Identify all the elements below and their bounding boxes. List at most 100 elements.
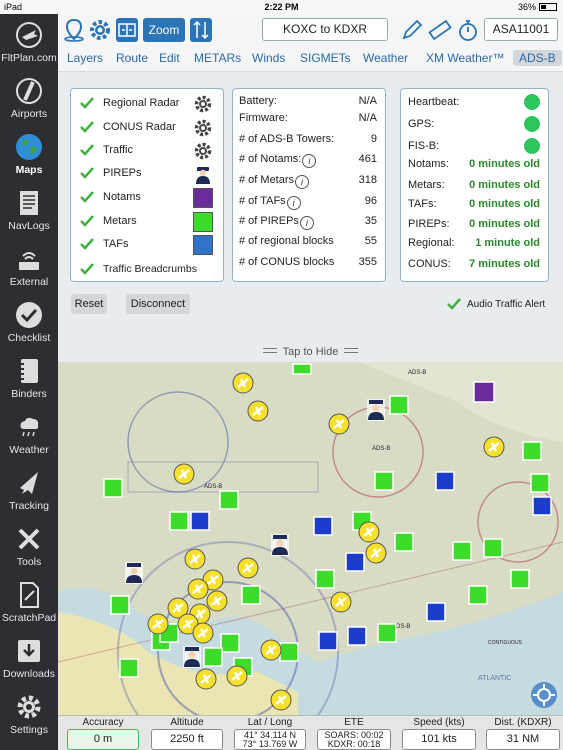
- info-notams: # of Notams: i 461: [239, 153, 377, 168]
- metar-marker: [169, 511, 189, 531]
- altitude-value: 2250 ft: [151, 729, 223, 750]
- accuracy-readout[interactable]: Accuracy 0 m: [66, 716, 140, 750]
- pencil-icon[interactable]: [400, 18, 424, 42]
- metar-marker: [103, 478, 123, 498]
- info-icon[interactable]: i: [299, 216, 314, 230]
- reset-button[interactable]: Reset: [71, 294, 107, 314]
- metar-marker: [219, 490, 239, 510]
- accuracy-label: Accuracy: [82, 717, 124, 728]
- tab-weather[interactable]: Weather: [363, 51, 408, 65]
- sidebar-item-checklist[interactable]: Checklist: [0, 294, 58, 349]
- tab-winds[interactable]: Winds: [252, 51, 285, 65]
- info-icon[interactable]: i: [286, 196, 301, 210]
- checkmark-icon: [80, 191, 94, 203]
- layer-label: TAFs: [103, 238, 129, 250]
- info-tafs: # of TAFs i 96: [239, 195, 377, 210]
- tap-to-hide-handle[interactable]: Tap to Hide: [58, 346, 563, 358]
- sidebar-item-airports[interactable]: Airports: [0, 70, 58, 125]
- tab-ads-b[interactable]: ADS-B: [513, 50, 562, 66]
- settings-gear-icon[interactable]: [88, 18, 112, 42]
- location-pin-icon[interactable]: [62, 18, 86, 42]
- tab-edit[interactable]: Edit: [159, 51, 180, 65]
- metar-marker: [394, 532, 414, 552]
- info-icon[interactable]: i: [302, 154, 317, 168]
- metars-color-swatch[interactable]: [193, 212, 213, 232]
- layer-label: Metars: [103, 215, 137, 227]
- status-heartbeat: Heartbeat:: [408, 94, 540, 114]
- altitude-label: Altitude: [170, 717, 204, 728]
- sidebar-item-tracking[interactable]: Tracking: [0, 462, 58, 517]
- taf-marker: [313, 516, 333, 536]
- zoom-button[interactable]: Zoom: [143, 18, 185, 42]
- sidebar-item-fltplan[interactable]: FltPlan.com: [0, 14, 58, 69]
- tab-layers[interactable]: Layers: [67, 51, 103, 65]
- status-gps: GPS:: [408, 116, 540, 136]
- sidebar-item-label: Binders: [11, 388, 47, 400]
- traffic-gear-icon[interactable]: [193, 141, 213, 161]
- sidebar-item-label: NavLogs: [8, 220, 50, 232]
- info-icon[interactable]: i: [295, 175, 310, 189]
- status-ok-indicator: [524, 138, 540, 154]
- sidebar-item-maps[interactable]: Maps: [0, 126, 58, 181]
- route-field[interactable]: KOXC to KDXR: [262, 18, 388, 41]
- info-battery: Battery: N/A: [239, 95, 377, 107]
- sidebar-item-navlogs[interactable]: NavLogs: [0, 182, 58, 237]
- aircraft-id-field[interactable]: ASA11001: [484, 18, 558, 41]
- layers-card: Regional Radar CONUS Radar Traffic PIREP…: [70, 88, 224, 282]
- sidebar-item-settings[interactable]: Settings: [0, 686, 58, 741]
- tab-sigmets[interactable]: SIGMETs: [300, 51, 351, 65]
- battery-percent: 36%: [517, 2, 536, 12]
- tools-icon: [18, 528, 40, 550]
- notams-color-swatch[interactable]: [193, 188, 213, 208]
- sidebar-item-weather[interactable]: Weather: [0, 406, 58, 461]
- latlong-label: Lat / Long: [247, 717, 293, 728]
- gear-icon: [17, 695, 41, 719]
- tab-route[interactable]: Route: [116, 51, 148, 65]
- metar-marker: [119, 658, 139, 678]
- tafs-color-swatch[interactable]: [193, 235, 213, 255]
- sidebar-item-label: Downloads: [3, 668, 55, 680]
- ads-b-tower-label: ADS-B: [372, 446, 390, 452]
- sidebar-item-downloads[interactable]: Downloads: [0, 630, 58, 685]
- metar-marker: [389, 395, 409, 415]
- regional-radar-gear-icon[interactable]: [193, 94, 213, 114]
- disconnect-button[interactable]: Disconnect: [126, 294, 190, 314]
- battery-icon: [539, 3, 557, 11]
- binder-icon: [19, 359, 38, 383]
- sectional-map[interactable]: ADS-B ADS-B ADS-B ADS-B ATLANTIC CONTIGU…: [58, 362, 563, 715]
- sidebar-item-scratchpad[interactable]: ScratchPad: [0, 574, 58, 629]
- ete-value: SOARS: 00:02 KDXR: 00:18: [317, 729, 391, 750]
- speed-readout[interactable]: Speed (kts) 101 kts: [401, 716, 477, 750]
- latlong-readout[interactable]: Lat / Long 41° 34.114 N 73° 13.769 W: [233, 716, 307, 750]
- split-screen-button[interactable]: [116, 18, 138, 42]
- layer-label: CONUS Radar: [103, 121, 176, 133]
- checkmark-icon: [80, 263, 94, 275]
- info-conus-blocks: # of CONUS blocks 355: [239, 256, 377, 268]
- north-up-button[interactable]: [190, 18, 212, 42]
- ads-b-panel: Regional Radar CONUS Radar Traffic PIREP…: [58, 72, 563, 362]
- ete-readout[interactable]: ETE SOARS: 00:02 KDXR: 00:18: [316, 716, 392, 750]
- age-tafs: TAFs: 0 minutes old: [408, 198, 540, 210]
- conus-radar-gear-icon[interactable]: [193, 118, 213, 138]
- latlong-value: 41° 34.114 N 73° 13.769 W: [234, 729, 306, 750]
- sidebar-item-binders[interactable]: Binders: [0, 350, 58, 405]
- layer-label: Traffic: [103, 144, 133, 156]
- metar-marker: [241, 585, 261, 605]
- layer-label: Notams: [103, 191, 141, 203]
- distance-readout[interactable]: Dist. (KDXR) 31 NM: [485, 716, 561, 750]
- plane-globe-icon: [16, 22, 42, 48]
- sidebar-item-tools[interactable]: Tools: [0, 518, 58, 573]
- checkmark-icon: [80, 97, 94, 109]
- ruler-icon[interactable]: [428, 18, 452, 42]
- tab-bar: Layers Route Edit METARs Winds SIGMETs W…: [58, 46, 563, 72]
- tab-xm-weather[interactable]: XM Weather™: [426, 51, 504, 65]
- audio-traffic-alert-toggle[interactable]: Audio Traffic Alert: [446, 296, 561, 314]
- stopwatch-icon[interactable]: [456, 18, 480, 42]
- receiver-status-card: Heartbeat: GPS: FIS-B: Notams: 0 minutes …: [400, 88, 549, 282]
- sidebar-item-external[interactable]: External: [0, 238, 58, 293]
- tab-metars[interactable]: METARs: [194, 51, 241, 65]
- map-toolbar: Zoom KOXC to KDXR ASA11001: [58, 14, 563, 46]
- layer-traffic-breadcrumbs[interactable]: Traffic Breadcrumbs: [79, 259, 224, 281]
- distance-label: Dist. (KDXR): [494, 717, 552, 728]
- altitude-readout[interactable]: Altitude 2250 ft: [150, 716, 224, 750]
